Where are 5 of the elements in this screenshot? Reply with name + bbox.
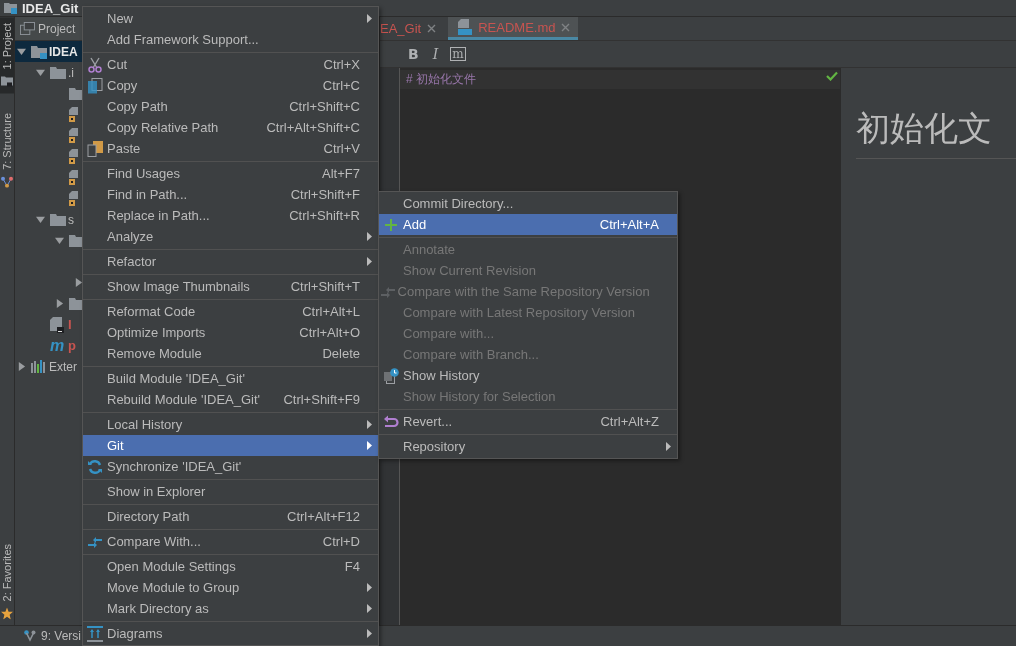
preview-heading: 初始化文 bbox=[856, 107, 993, 150]
window-title: IDEA_Git bbox=[22, 2, 79, 16]
panel-title: Project bbox=[38, 21, 76, 36]
maven-glyph: m bbox=[50, 337, 65, 354]
code-line: # 初始化文件 bbox=[406, 71, 476, 88]
